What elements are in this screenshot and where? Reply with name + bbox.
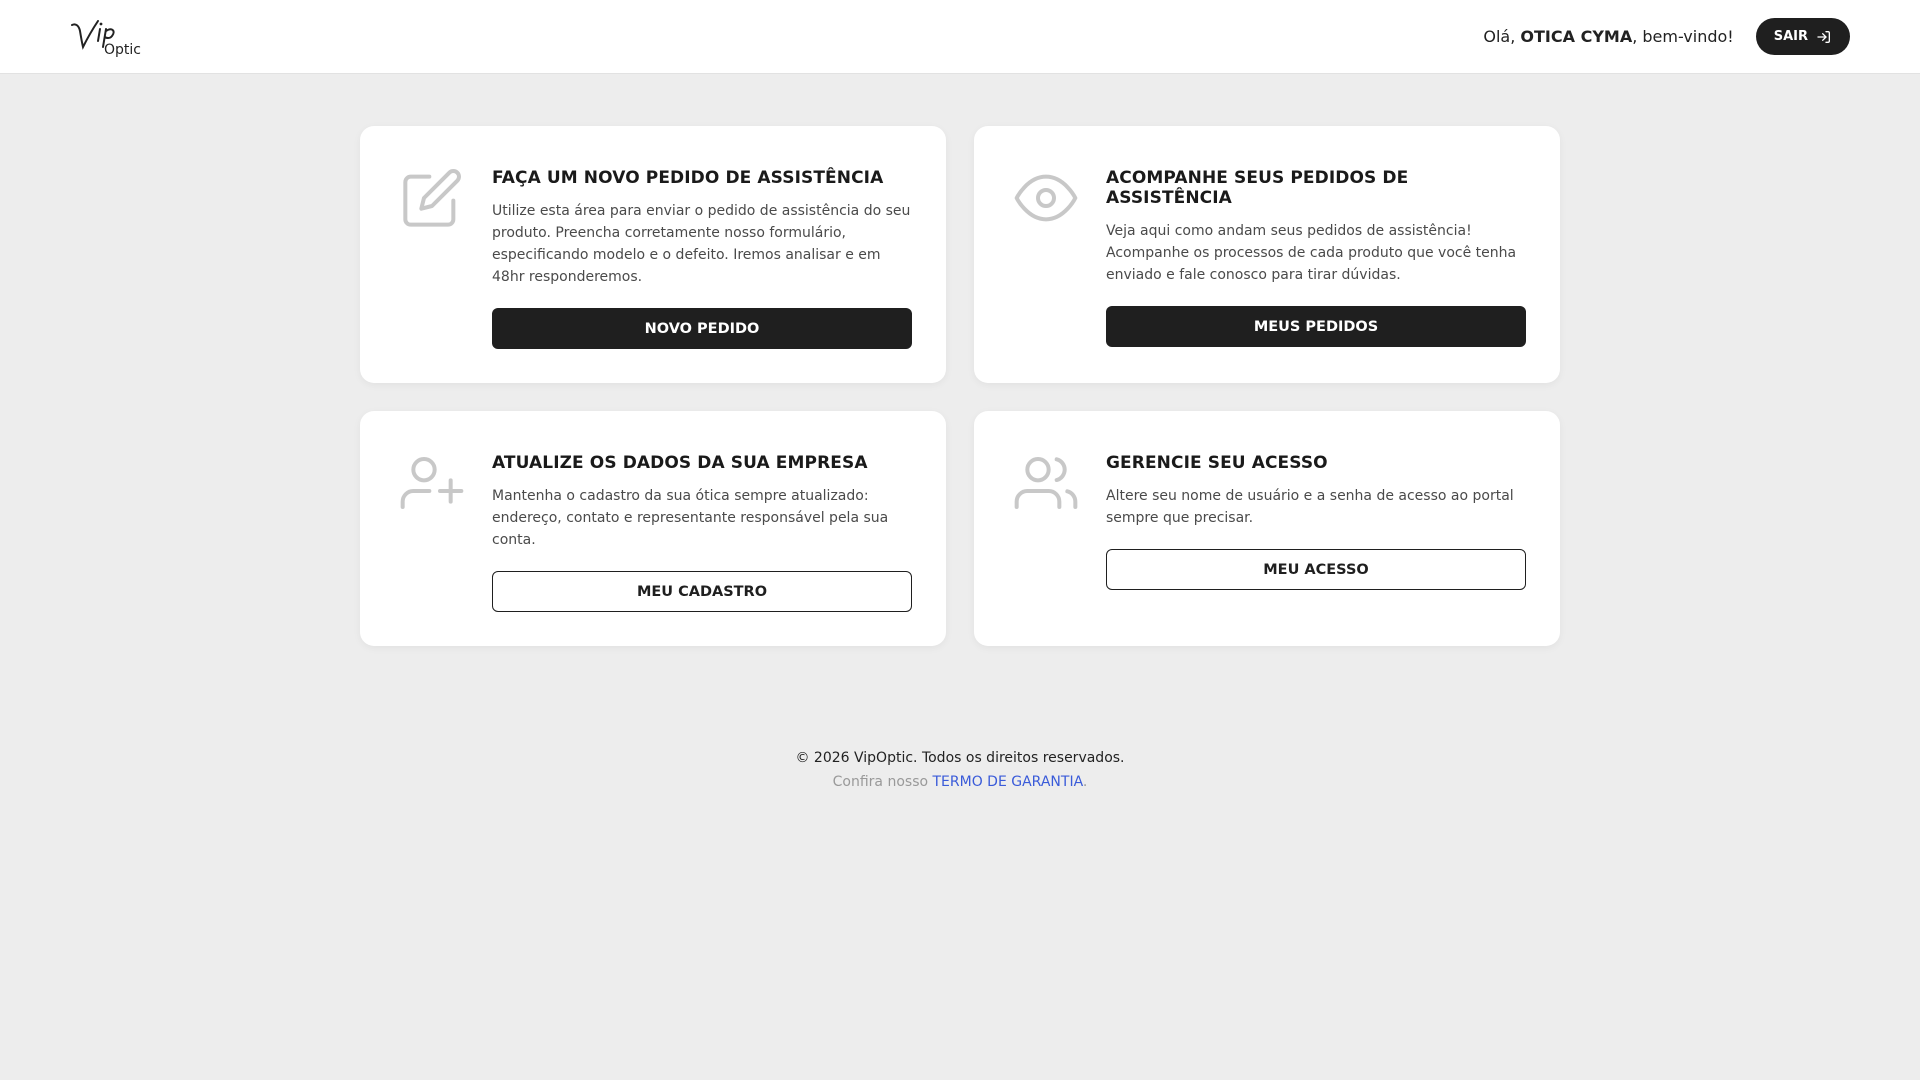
card-track-requests: ACOMPANHE SEUS PEDIDOS DE ASSISTÊNCIA Ve… bbox=[974, 126, 1560, 383]
eye-icon bbox=[1014, 174, 1078, 222]
card-description: Utilize esta área para enviar o pedido d… bbox=[492, 203, 911, 285]
card-description: Mantenha o cadastro da sua ótica sempre … bbox=[492, 488, 889, 548]
card-description: Altere seu nome de usuário e a senha de … bbox=[1106, 488, 1514, 526]
warranty-terms-link[interactable]: TERMO DE GARANTIA bbox=[933, 774, 1083, 790]
card-company-data: ATUALIZE OS DADOS DA SUA EMPRESA Mantenh… bbox=[360, 411, 946, 646]
card-content: ATUALIZE OS DADOS DA SUA EMPRESA Mantenh… bbox=[492, 451, 912, 612]
vipoptic-logo[interactable]: Optic bbox=[70, 17, 146, 57]
header-right: Olá, OTICA CYMA, bem-vindo! SAIR bbox=[1483, 18, 1850, 55]
my-access-button[interactable]: MEU ACESSO bbox=[1106, 549, 1526, 590]
terms-suffix: . bbox=[1082, 774, 1088, 790]
company-name: OTICA CYMA bbox=[1520, 27, 1633, 46]
card-title: GERENCIE SEU ACESSO bbox=[1106, 453, 1328, 473]
svg-text:Optic: Optic bbox=[104, 42, 141, 57]
user-plus-icon bbox=[400, 457, 464, 509]
terms-prefix: Confira nosso bbox=[832, 774, 933, 790]
card-manage-access: GERENCIE SEU ACESSO Altere seu nome de u… bbox=[974, 411, 1560, 646]
card-content: ACOMPANHE SEUS PEDIDOS DE ASSISTÊNCIA Ve… bbox=[1106, 166, 1526, 349]
logout-label: SAIR bbox=[1773, 29, 1808, 44]
users-icon bbox=[1014, 457, 1078, 509]
card-description: Veja aqui como andam seus pedidos de ass… bbox=[1106, 223, 1517, 283]
my-requests-button[interactable]: MEUS PEDIDOS bbox=[1106, 306, 1526, 347]
logout-arrow-icon bbox=[1817, 30, 1830, 43]
card-icon-wrap bbox=[1014, 166, 1106, 349]
logo-mark: Optic bbox=[71, 19, 141, 57]
card-icon-wrap bbox=[1014, 451, 1106, 612]
logout-button[interactable]: SAIR bbox=[1755, 18, 1850, 55]
card-title: ACOMPANHE SEUS PEDIDOS DE ASSISTÊNCIA bbox=[1106, 168, 1409, 208]
welcome-message: Olá, OTICA CYMA, bem-vindo! bbox=[1483, 27, 1733, 46]
dashboard-grid: FAÇA UM NOVO PEDIDO DE ASSISTÊNCIA Utili… bbox=[360, 126, 1560, 646]
greeting-suffix: , bem-vindo! bbox=[1632, 27, 1734, 46]
card-icon-wrap bbox=[400, 166, 492, 349]
footer: © 2026 VipOptic. Todos os direitos reser… bbox=[0, 750, 1920, 790]
card-title: ATUALIZE OS DADOS DA SUA EMPRESA bbox=[492, 453, 868, 473]
greeting-prefix: Olá, bbox=[1483, 27, 1521, 46]
card-new-request: FAÇA UM NOVO PEDIDO DE ASSISTÊNCIA Utili… bbox=[360, 126, 946, 383]
card-content: FAÇA UM NOVO PEDIDO DE ASSISTÊNCIA Utili… bbox=[492, 166, 912, 349]
card-content: GERENCIE SEU ACESSO Altere seu nome de u… bbox=[1106, 451, 1526, 612]
copyright-text: © 2026 VipOptic. Todos os direitos reser… bbox=[795, 750, 1125, 766]
terms-line: Confira nosso TERMO DE GARANTIA. bbox=[0, 774, 1920, 790]
new-request-button[interactable]: NOVO PEDIDO bbox=[492, 308, 912, 349]
my-registration-button[interactable]: MEU CADASTRO bbox=[492, 571, 912, 612]
edit-icon bbox=[403, 169, 461, 227]
top-bar: Optic Olá, OTICA CYMA, bem-vindo! SAIR bbox=[0, 0, 1920, 74]
card-title: FAÇA UM NOVO PEDIDO DE ASSISTÊNCIA bbox=[492, 168, 884, 188]
card-icon-wrap bbox=[400, 451, 492, 612]
